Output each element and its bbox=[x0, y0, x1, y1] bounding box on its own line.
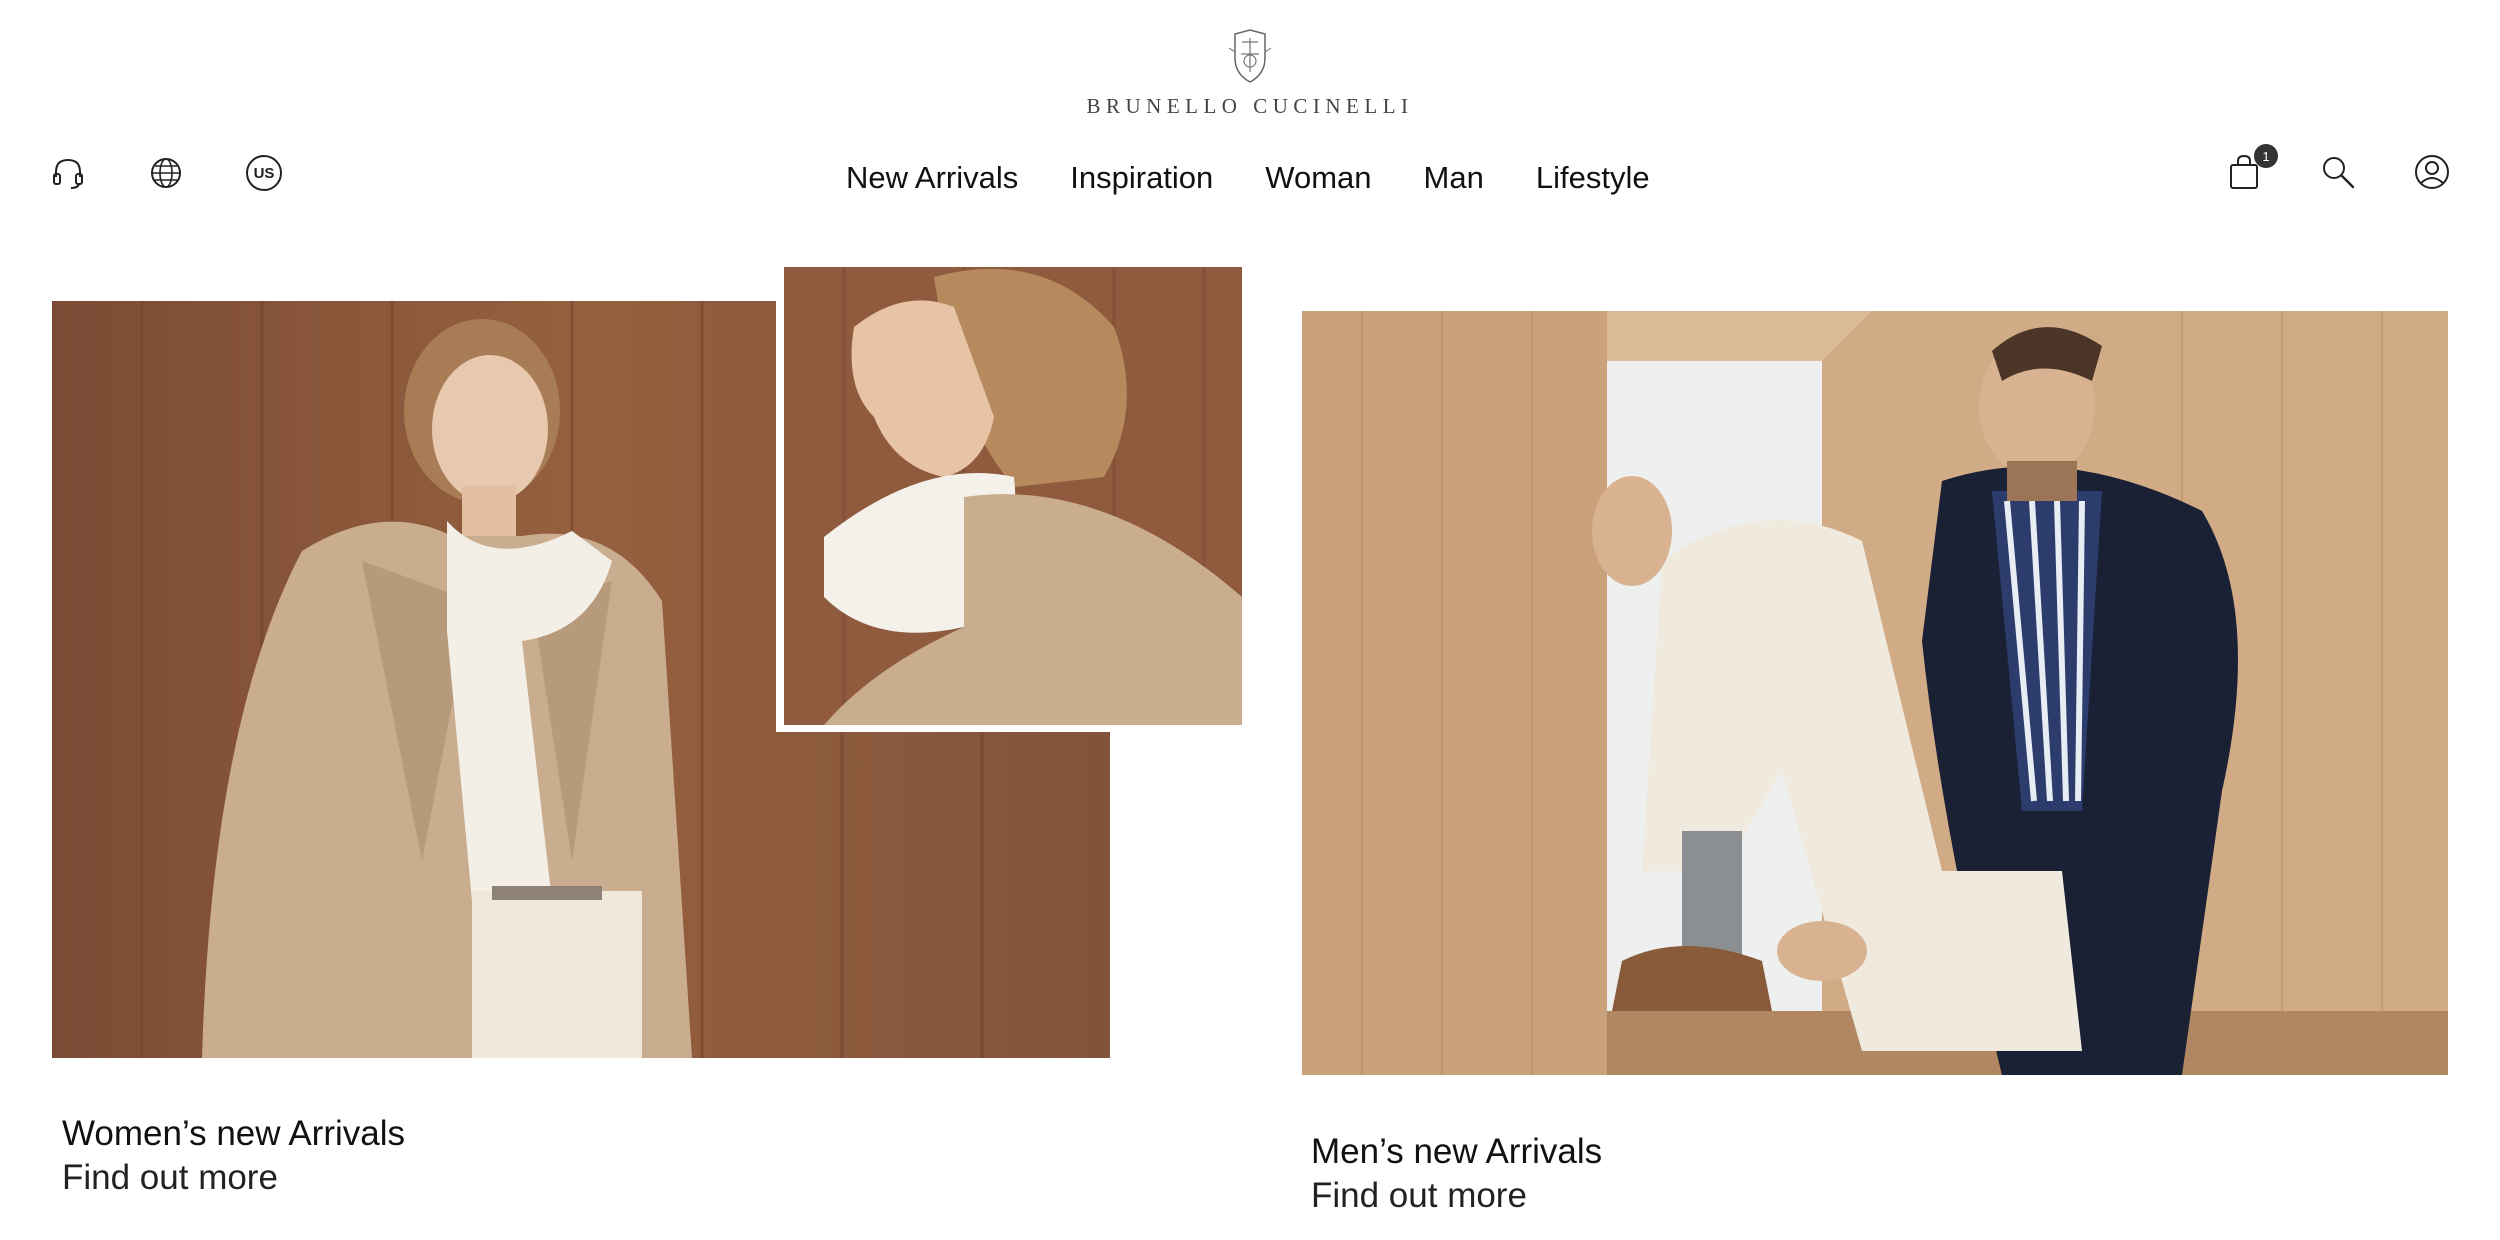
user-icon bbox=[2415, 155, 2449, 189]
crest-icon bbox=[1228, 29, 1272, 83]
header-right-tools: 1 bbox=[2224, 144, 2452, 194]
headset-icon bbox=[53, 158, 83, 189]
men-campaign-photo[interactable] bbox=[1302, 311, 2448, 1075]
nav-inspiration[interactable]: Inspiration bbox=[1070, 160, 1213, 196]
women-inset-photo[interactable] bbox=[784, 267, 1242, 725]
search-icon bbox=[2323, 157, 2355, 189]
women-find-out-more-link[interactable]: Find out more bbox=[62, 1158, 278, 1198]
brand-logo[interactable]: BRUNELLO CUCINELLI bbox=[1050, 28, 1450, 128]
nav-man[interactable]: Man bbox=[1424, 160, 1484, 196]
locale-selector-button[interactable]: US bbox=[244, 153, 284, 193]
country-selector-button[interactable] bbox=[146, 153, 186, 193]
main-nav: New Arrivals Inspiration Woman Man Lifes… bbox=[846, 156, 1650, 200]
nav-new-arrivals[interactable]: New Arrivals bbox=[846, 160, 1018, 196]
customer-service-button[interactable] bbox=[48, 153, 88, 193]
men-arrivals-caption: Men’s new Arrivals Find out more bbox=[1311, 1132, 1602, 1216]
search-button[interactable] bbox=[2318, 152, 2358, 192]
women-arrivals-title[interactable]: Women’s new Arrivals bbox=[62, 1114, 405, 1154]
locale-label: US bbox=[246, 155, 282, 191]
nav-lifestyle[interactable]: Lifestyle bbox=[1536, 160, 1650, 196]
shopping-bag-button[interactable]: 1 bbox=[2224, 144, 2278, 192]
men-arrivals-title[interactable]: Men’s new Arrivals bbox=[1311, 1132, 1602, 1172]
account-button[interactable] bbox=[2412, 152, 2452, 192]
men-find-out-more-link[interactable]: Find out more bbox=[1311, 1176, 1527, 1216]
cart-count-badge: 1 bbox=[2254, 144, 2278, 168]
brand-name: BRUNELLO CUCINELLI bbox=[1086, 94, 1414, 118]
women-arrivals-caption: Women’s new Arrivals Find out more bbox=[62, 1114, 405, 1198]
globe-icon bbox=[151, 158, 181, 188]
header-left-tools: US bbox=[48, 152, 284, 194]
nav-woman[interactable]: Woman bbox=[1265, 160, 1371, 196]
